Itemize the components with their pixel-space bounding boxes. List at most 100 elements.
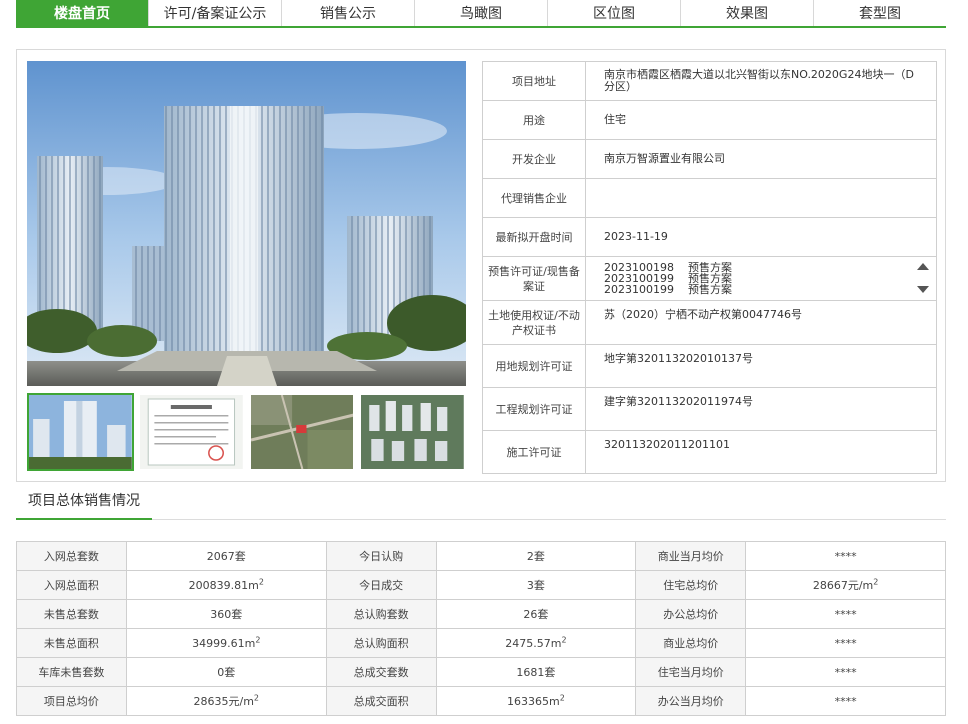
thumbnail-strip <box>27 393 466 471</box>
stat-label: 入网总套数 <box>16 541 127 571</box>
stat-label: 入网总面积 <box>16 570 127 600</box>
tab-aerial-view[interactable]: 鸟瞰图 <box>415 0 548 26</box>
stat-value-text: **** <box>834 549 857 563</box>
tab-sales-notice[interactable]: 销售公示 <box>282 0 415 26</box>
developer-label: 开发企业 <box>482 139 586 179</box>
presale-permit-list[interactable]: 2023100198 预售方案 2023100199 预售方案 20231001… <box>604 262 918 296</box>
construction-permit-value: 320113202011201101 <box>585 430 937 474</box>
unit-superscript: 2 <box>258 576 264 586</box>
usage-label: 用途 <box>482 100 586 140</box>
stat-value: 34999.61m2 <box>125 628 327 658</box>
open-time-label: 最新拟开盘时间 <box>482 217 586 257</box>
stat-value-text: 2套 <box>526 550 545 563</box>
sales-agent-label: 代理销售企业 <box>482 178 586 218</box>
stat-value: 163365m2 <box>435 686 637 716</box>
thumbnail-building[interactable] <box>27 393 134 471</box>
stat-value-text: **** <box>834 607 857 621</box>
stat-value: **** <box>745 599 946 629</box>
permit-list-scrollbar <box>916 263 930 293</box>
stats-row: 未售总套数 360套 总认购套数 26套 办公总均价 **** <box>16 599 946 629</box>
scroll-up-icon[interactable] <box>917 263 929 270</box>
stat-value: **** <box>745 541 946 571</box>
stat-label: 商业当月均价 <box>635 541 747 571</box>
land-plan-label: 用地规划许可证 <box>482 344 586 388</box>
unit-superscript: 2 <box>255 634 261 644</box>
unit-superscript: 2 <box>561 634 567 644</box>
stat-label: 今日认购 <box>325 541 437 571</box>
stat-value-text: 28635元/m <box>193 695 254 708</box>
presale-permit-label: 预售许可证/现售备案证 <box>482 256 586 301</box>
stats-row: 入网总套数 2067套 今日认购 2套 商业当月均价 **** <box>16 541 946 571</box>
unit-superscript: 2 <box>559 692 565 702</box>
main-building-image <box>27 61 466 386</box>
stat-value-text: 2475.57m <box>505 636 562 650</box>
unit-superscript: 2 <box>873 577 879 587</box>
presale-permit-cell: 2023100198 预售方案 2023100199 预售方案 20231001… <box>585 256 937 301</box>
stat-label: 总成交套数 <box>325 657 437 687</box>
stat-label: 总认购面积 <box>325 628 437 658</box>
permit-type: 预售方案 <box>688 261 732 274</box>
stat-value: 2475.57m2 <box>435 628 637 658</box>
land-plan-value: 地字第320113202010137号 <box>585 344 937 388</box>
permit-type: 预售方案 <box>688 271 732 285</box>
presale-permit-item: 2023100198 预售方案 <box>604 262 888 273</box>
presale-permit-item: 2023100199 预售方案 <box>604 284 888 295</box>
construction-permit-label: 施工许可证 <box>482 430 586 474</box>
stat-label: 办公当月均价 <box>635 686 747 716</box>
land-cert-value: 苏（2020）宁栖不动产权第0047746号 <box>585 300 937 345</box>
stat-value-text: 2067套 <box>206 550 246 563</box>
address-label: 项目地址 <box>482 61 586 101</box>
thumbnail-site-plan[interactable] <box>359 393 466 471</box>
sales-section-title: 项目总体销售情况 <box>16 488 152 520</box>
stat-value-text: 1681套 <box>516 666 556 679</box>
usage-value: 住宅 <box>585 100 937 140</box>
stat-value-text: **** <box>834 694 857 708</box>
stats-row: 项目总均价 28635元/m2 总成交面积 163365m2 办公当月均价 **** <box>16 686 946 716</box>
project-info-panel: 项目地址 南京市栖霞区栖霞大道以北兴智街以东NO.2020G24地块一（D分区）… <box>16 49 946 482</box>
stat-value: 0套 <box>125 657 327 687</box>
stat-value-text: 3套 <box>526 579 545 592</box>
stat-value-text: 360套 <box>210 608 243 621</box>
permit-number: 2023100198 <box>604 261 674 274</box>
stat-label: 住宅当月均价 <box>635 657 747 687</box>
stat-value-text: 0套 <box>217 666 236 679</box>
tab-location-map[interactable]: 区位图 <box>548 0 681 26</box>
permit-number: 2023100199 <box>604 271 674 285</box>
stat-value: 200839.81m2 <box>125 570 327 600</box>
stat-value: 2067套 <box>125 541 327 571</box>
scroll-down-icon[interactable] <box>917 286 929 293</box>
stat-value: 28635元/m2 <box>125 686 327 716</box>
presale-permit-item: 2023100199 预售方案 <box>604 273 888 284</box>
stat-value: **** <box>745 628 946 658</box>
stat-value-text: 26套 <box>523 608 549 621</box>
tab-permits[interactable]: 许可/备案证公示 <box>149 0 282 26</box>
stat-value: 360套 <box>125 599 327 629</box>
thumbnail-aerial-map[interactable] <box>249 393 356 471</box>
stat-value-text: **** <box>834 636 857 650</box>
stat-value: 28667元/m2 <box>745 570 946 600</box>
tab-home[interactable]: 楼盘首页 <box>16 0 149 26</box>
stat-label: 未售总面积 <box>16 628 127 658</box>
tab-floor-plans[interactable]: 套型图 <box>814 0 946 26</box>
stat-value-text: 200839.81m <box>188 578 259 592</box>
top-nav-tabs: 楼盘首页 许可/备案证公示 销售公示 鸟瞰图 区位图 效果图 套型图 <box>16 0 946 28</box>
stat-value-text: **** <box>834 665 857 679</box>
open-time-value: 2023-11-19 <box>585 217 937 257</box>
stat-label: 总认购套数 <box>325 599 437 629</box>
thumbnail-permit-certificate[interactable] <box>138 393 245 471</box>
engineering-plan-value: 建字第320113202011974号 <box>585 387 937 431</box>
unit-superscript: 2 <box>253 693 260 703</box>
land-cert-label: 土地使用权证/不动产权证书 <box>482 300 586 345</box>
stat-value: 1681套 <box>435 657 637 687</box>
tab-renderings[interactable]: 效果图 <box>681 0 814 26</box>
stat-value-text: 28667元/m <box>812 579 874 592</box>
permit-number: 2023100199 <box>604 282 674 296</box>
stat-value: 2套 <box>435 541 637 571</box>
stats-row: 车库未售套数 0套 总成交套数 1681套 住宅当月均价 **** <box>16 657 946 687</box>
stat-label: 未售总套数 <box>16 599 127 629</box>
sales-agent-value <box>585 178 937 218</box>
permit-type: 预售方案 <box>688 282 732 296</box>
stat-label: 车库未售套数 <box>16 657 127 687</box>
sales-stats-table: 入网总套数 2067套 今日认购 2套 商业当月均价 **** 入网总面积 200839.81… <box>16 541 946 716</box>
stat-value: **** <box>745 686 946 716</box>
